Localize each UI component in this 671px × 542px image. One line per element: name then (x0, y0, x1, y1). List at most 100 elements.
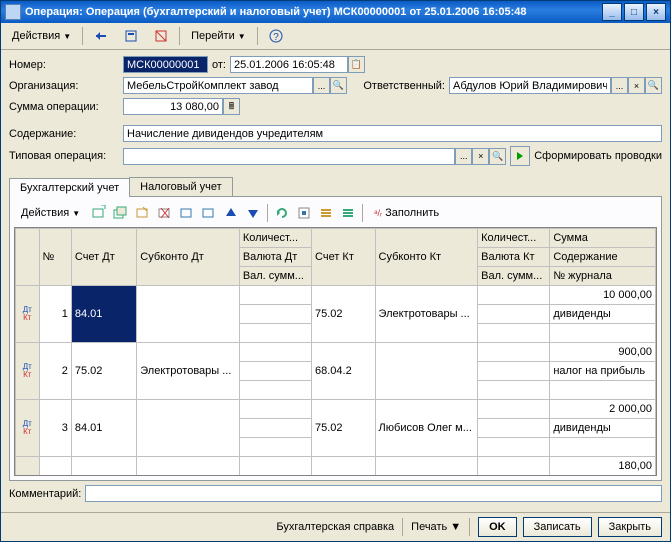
number-field[interactable] (123, 56, 208, 73)
goto-menu[interactable]: Перейти▼ (184, 25, 253, 47)
journal-cell[interactable] (550, 381, 656, 400)
subconto-kt-cell[interactable]: Электротовары ... (375, 286, 478, 343)
currency-dt-cell[interactable] (239, 419, 311, 438)
date-field[interactable] (230, 56, 348, 73)
minimize-button[interactable]: _ (602, 3, 622, 21)
typical-field[interactable] (123, 148, 455, 165)
spravka-link[interactable]: Бухгалтерская справка (276, 521, 394, 533)
form-entries-link[interactable]: Сформировать проводки (534, 150, 662, 162)
close-button[interactable]: × (646, 3, 666, 21)
open-button[interactable]: 🔍 (330, 77, 347, 94)
journal-cell[interactable] (550, 324, 656, 343)
valsum-kt-cell[interactable] (478, 324, 550, 343)
toolbar-btn-3[interactable] (147, 25, 175, 47)
sum-field[interactable] (123, 98, 223, 115)
currency-kt-cell[interactable] (478, 419, 550, 438)
open-button[interactable]: 🔍 (489, 148, 506, 165)
subconto-kt-cell[interactable]: Налог (взносы): ... (375, 457, 478, 477)
currency-dt-cell[interactable] (239, 305, 311, 324)
copy-icon[interactable] (338, 203, 358, 223)
subconto-dt-cell[interactable]: Электротовары ... (137, 343, 240, 400)
add-row-icon[interactable] (89, 203, 109, 223)
account-dt-cell[interactable]: 84.01 (71, 400, 136, 457)
run-button[interactable] (510, 146, 530, 166)
content-cell[interactable]: дивиденды (550, 419, 656, 438)
content-cell[interactable]: налог на прибыль (550, 362, 656, 381)
ok-button[interactable]: OK (478, 517, 517, 537)
valsum-dt-cell[interactable] (239, 381, 311, 400)
qty-kt-cell[interactable] (478, 286, 550, 305)
qty-kt-cell[interactable] (478, 400, 550, 419)
content-cell[interactable]: НДФЛ (550, 476, 656, 477)
delete-row-icon[interactable] (155, 203, 175, 223)
account-dt-cell[interactable]: 75.02 (71, 457, 136, 477)
valsum-kt-cell[interactable] (478, 438, 550, 457)
comment-field[interactable] (85, 485, 662, 502)
qty-dt-cell[interactable] (239, 400, 311, 419)
account-dt-cell[interactable]: 84.01 (71, 286, 136, 343)
close-form-button[interactable]: Закрыть (598, 517, 662, 537)
toolbar-btn-2[interactable] (117, 25, 145, 47)
qty-dt-cell[interactable] (239, 286, 311, 305)
subconto-kt-cell[interactable]: Любисов Олег м... (375, 400, 478, 457)
account-kt-cell[interactable]: 75.02 (312, 400, 376, 457)
valsum-kt-cell[interactable] (478, 381, 550, 400)
sum-cell[interactable]: 10 000,00 (550, 286, 656, 305)
maximize-button[interactable]: □ (624, 3, 644, 21)
currency-dt-cell[interactable] (239, 476, 311, 477)
currency-dt-cell[interactable] (239, 362, 311, 381)
org-field[interactable] (123, 77, 313, 94)
subconto-kt-cell[interactable] (375, 343, 478, 400)
tab-tax[interactable]: Налоговый учет (129, 177, 233, 196)
print-menu[interactable]: Печать▼ (411, 521, 461, 533)
select-button[interactable]: ... (611, 77, 628, 94)
account-kt-cell[interactable]: 75.02 (312, 286, 376, 343)
valsum-dt-cell[interactable] (239, 438, 311, 457)
select-button[interactable]: ... (313, 77, 330, 94)
sum-cell[interactable]: 2 000,00 (550, 400, 656, 419)
save-button[interactable]: Записать (523, 517, 592, 537)
content-field[interactable] (123, 125, 662, 142)
valsum-dt-cell[interactable] (239, 324, 311, 343)
qty-dt-cell[interactable] (239, 457, 311, 476)
account-kt-cell[interactable]: 68.01 (312, 457, 376, 477)
qty-kt-cell[interactable] (478, 343, 550, 362)
row-number[interactable]: 2 (39, 343, 71, 400)
help-button[interactable]: ? (262, 25, 290, 47)
row-number[interactable]: 1 (39, 286, 71, 343)
tab-accounting[interactable]: Бухгалтерский учет (9, 178, 130, 197)
calculator-icon[interactable]: 🖩 (223, 98, 240, 115)
subconto-dt-cell[interactable] (137, 400, 240, 457)
clear-button[interactable]: × (628, 77, 645, 94)
entries-grid[interactable]: №Счет ДтСубконто ДтКоличест...Счет КтСуб… (14, 227, 657, 476)
move-up-last-icon[interactable] (177, 203, 197, 223)
edit-row-icon[interactable] (133, 203, 153, 223)
clear-button[interactable]: × (472, 148, 489, 165)
subconto-dt-cell[interactable]: Любисов Олег м... (137, 457, 240, 477)
toolbar-btn-1[interactable] (87, 25, 115, 47)
list-icon[interactable] (316, 203, 336, 223)
resp-field[interactable] (449, 77, 611, 94)
refresh-icon[interactable] (272, 203, 292, 223)
settings-icon[interactable] (294, 203, 314, 223)
currency-kt-cell[interactable] (478, 362, 550, 381)
content-cell[interactable]: дивиденды (550, 305, 656, 324)
calendar-icon[interactable]: 📋 (348, 56, 365, 73)
journal-cell[interactable] (550, 438, 656, 457)
sum-cell[interactable]: 900,00 (550, 343, 656, 362)
select-button[interactable]: ... (455, 148, 472, 165)
currency-kt-cell[interactable] (478, 476, 550, 477)
grid-actions-menu[interactable]: Действия▼ (14, 202, 87, 224)
subconto-dt-cell[interactable] (137, 286, 240, 343)
qty-kt-cell[interactable] (478, 457, 550, 476)
account-dt-cell[interactable]: 75.02 (71, 343, 136, 400)
open-button[interactable]: 🔍 (645, 77, 662, 94)
currency-kt-cell[interactable] (478, 305, 550, 324)
move-up-icon[interactable] (221, 203, 241, 223)
qty-dt-cell[interactable] (239, 343, 311, 362)
row-number[interactable]: 4 (39, 457, 71, 477)
actions-menu[interactable]: Действия▼ (5, 25, 78, 47)
row-number[interactable]: 3 (39, 400, 71, 457)
move-down-last-icon[interactable] (199, 203, 219, 223)
copy-row-icon[interactable] (111, 203, 131, 223)
